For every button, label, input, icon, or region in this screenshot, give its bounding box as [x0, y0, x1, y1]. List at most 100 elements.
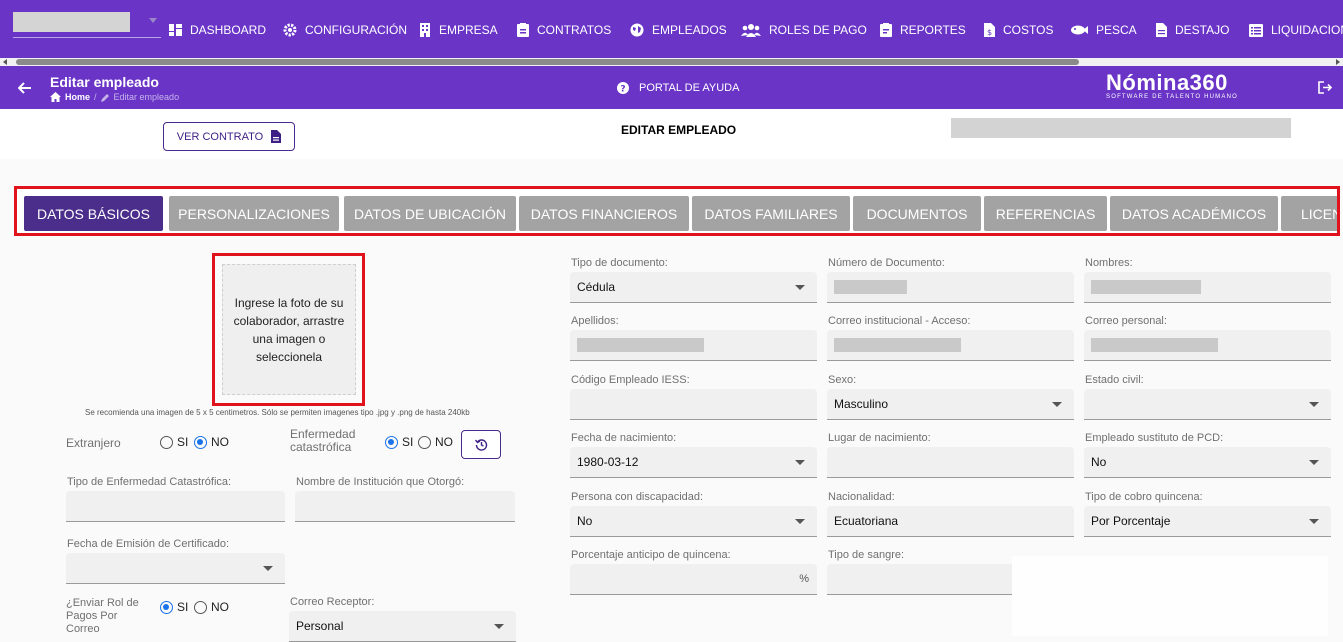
scrollbar-thumb[interactable] [16, 59, 1079, 65]
enviar-rol-no[interactable]: NO [194, 600, 229, 614]
photo-hint: Se recomienda una imagen de 5 x 5 centim… [85, 408, 470, 417]
tab-referencias[interactable]: REFERENCIAS [984, 196, 1107, 231]
nav-label: DASHBOARD [190, 23, 267, 37]
breadcrumb-home[interactable]: Home [65, 92, 90, 102]
tab-datos-familiares[interactable]: DATOS FAMILIARES [692, 196, 850, 231]
nombres-label: Nombres: [1085, 257, 1133, 269]
nav-label: DESTAJO [1175, 23, 1230, 37]
nacionalidad-label: Nacionalidad: [828, 491, 895, 503]
extranjero-si[interactable]: SI [160, 435, 188, 449]
radio-no[interactable] [418, 435, 431, 449]
nav-label: REPORTES [900, 23, 966, 37]
numero-documento-field[interactable] [827, 272, 1074, 303]
institucion-field[interactable] [295, 491, 515, 522]
history-icon [474, 439, 487, 451]
estado-civil-select[interactable] [1084, 389, 1331, 420]
discapacidad-value: No [577, 514, 593, 528]
fecha-emision-select[interactable] [66, 553, 285, 584]
sexo-select[interactable]: Masculino [827, 389, 1074, 420]
fecha-nacimiento-select[interactable]: 1980-03-12 [570, 447, 817, 478]
correo-institucional-field[interactable] [827, 330, 1074, 361]
photo-upload-highlight: Ingrese la foto de su colaborador, arras… [212, 253, 365, 406]
radio-no-selected[interactable] [194, 435, 207, 449]
tab-datos-academicos[interactable]: DATOS ACADÉMICOS [1110, 196, 1278, 231]
tab-licencias[interactable]: LICEN [1281, 196, 1337, 231]
nav-label: CONFIGURACIÓN [305, 23, 407, 37]
help-portal-link[interactable]: ? PORTAL DE AYUDA [617, 82, 739, 94]
nav-configuracion[interactable]: CONFIGURACIÓN [283, 20, 407, 40]
extranjero-no[interactable]: NO [194, 435, 229, 449]
correo-personal-field[interactable] [1084, 330, 1331, 361]
radio-no-label: NO [211, 600, 229, 614]
tab-datos-basicos[interactable]: DATOS BÁSICOS [24, 196, 163, 231]
estado-civil-label: Estado civil: [1085, 374, 1144, 386]
lugar-nacimiento-field[interactable] [827, 447, 1074, 478]
radio-si-selected[interactable] [385, 435, 398, 449]
list-icon [1249, 23, 1263, 37]
gear-icon [283, 23, 297, 37]
ver-contrato-button[interactable]: VER CONTRATO [163, 122, 295, 151]
radio-si-label: SI [177, 600, 189, 614]
breadcrumb: Home / Editar empleado [50, 92, 179, 102]
logout-icon [1318, 81, 1333, 94]
correo-receptor-select[interactable]: Personal [289, 611, 516, 642]
fish-icon [1071, 25, 1088, 35]
report-icon [880, 23, 892, 37]
nombres-field[interactable] [1084, 272, 1331, 303]
radio-no[interactable] [194, 600, 207, 614]
nav-empresa[interactable]: EMPRESA [419, 20, 498, 40]
history-button[interactable] [461, 430, 501, 459]
tab-documentos[interactable]: DOCUMENTOS [853, 196, 981, 231]
correo-institucional-label: Correo institucional - Acceso: [828, 315, 971, 327]
nav-label: EMPLEADOS [652, 23, 727, 37]
radio-si-label: SI [402, 435, 414, 449]
nav-empleados[interactable]: EMPLEADOS [630, 20, 727, 40]
enfermedad-no[interactable]: NO [418, 435, 453, 449]
extranjero-label: Extranjero [66, 436, 121, 450]
nav-dashboard[interactable]: DASHBOARD [169, 20, 266, 40]
discapacidad-select[interactable]: No [570, 506, 817, 537]
nav-pesca[interactable]: PESCA [1071, 20, 1137, 40]
tab-personalizaciones[interactable]: PERSONALIZACIONES [169, 196, 339, 231]
company-name-redacted [13, 12, 130, 32]
company-select[interactable] [13, 12, 161, 38]
tipo-documento-value: Cédula [577, 280, 616, 294]
redacted-value [834, 338, 961, 352]
sustituto-pcd-select[interactable]: No [1084, 447, 1331, 478]
cobro-quincena-select[interactable]: Por Porcentaje [1084, 506, 1331, 537]
nav-destajo[interactable]: DESTAJO [1156, 20, 1229, 40]
enviar-rol-si[interactable]: SI [160, 600, 188, 614]
codigo-iess-field[interactable] [570, 389, 817, 420]
tab-datos-ubicacion[interactable]: DATOS DE UBICACIÓN [344, 196, 516, 231]
tipo-documento-select[interactable]: Cédula [570, 272, 817, 303]
radio-si-selected[interactable] [160, 600, 173, 614]
nav-roles-de-pago[interactable]: ROLES DE PAGO [741, 20, 867, 40]
apellidos-field[interactable] [570, 330, 817, 361]
nacionalidad-field[interactable]: Ecuatoriana [827, 506, 1074, 537]
tipo-sangre-label: Tipo de sangre: [828, 549, 905, 561]
nav-label: PESCA [1096, 23, 1137, 37]
nav-contratos[interactable]: CONTRATOS [517, 20, 611, 40]
correo-receptor-value: Personal [296, 619, 344, 633]
lugar-nacimiento-label: Lugar de nacimiento: [828, 432, 931, 444]
codigo-iess-label: Código Empleado IESS: [571, 374, 690, 386]
enfermedad-si[interactable]: SI [385, 435, 413, 449]
apellidos-label: Apellidos: [571, 315, 619, 327]
photo-dropzone[interactable]: Ingrese la foto de su colaborador, arras… [222, 264, 356, 395]
horizontal-scrollbar[interactable] [0, 58, 1343, 66]
back-button[interactable] [17, 81, 31, 99]
porcentaje-anticipo-field[interactable]: % [570, 564, 817, 595]
users-icon [741, 24, 761, 37]
tab-datos-financieros[interactable]: DATOS FINANCIEROS [519, 196, 689, 231]
scroll-right-icon[interactable] [1336, 59, 1340, 65]
nav-costos[interactable]: $ COSTOS [984, 20, 1053, 40]
correo-personal-label: Correo personal: [1085, 315, 1167, 327]
scroll-left-icon[interactable] [3, 59, 7, 65]
radio-si[interactable] [160, 435, 173, 449]
fecha-nacimiento-value: 1980-03-12 [577, 455, 639, 469]
nav-reportes[interactable]: REPORTES [880, 20, 966, 40]
nav-liquidacion[interactable]: LIQUIDACION [1249, 20, 1343, 40]
tipo-enfermedad-field[interactable] [66, 491, 285, 522]
sustituto-pcd-value: No [1091, 455, 1107, 469]
logout-button[interactable] [1318, 81, 1333, 99]
